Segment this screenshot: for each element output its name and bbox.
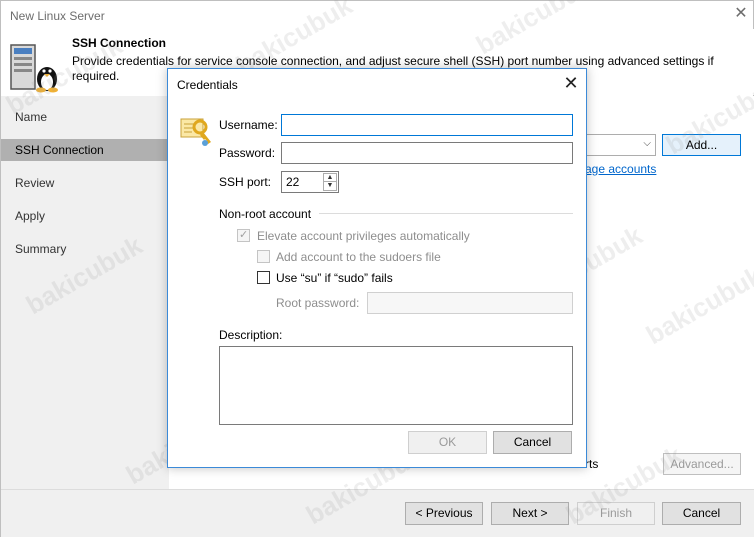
use-su-label: Use “su” if “sudo” fails xyxy=(276,271,393,285)
elevate-label: Elevate account privileges automatically xyxy=(257,229,470,243)
window-close-button[interactable]: ✕ xyxy=(732,5,750,23)
ssh-port-value: 22 xyxy=(286,175,300,189)
stepper-buttons: ▲ ▼ xyxy=(323,173,337,191)
use-su-checkbox[interactable] xyxy=(257,271,270,284)
dialog-cancel-button[interactable]: Cancel xyxy=(493,431,572,454)
chevron-down-icon: ⌵ xyxy=(643,138,651,149)
sudoers-label: Add account to the sudoers file xyxy=(276,250,441,264)
ssh-port-label: SSH port: xyxy=(219,175,272,189)
manage-accounts-link[interactable]: age accounts xyxy=(585,162,656,176)
password-label: Password: xyxy=(219,146,276,160)
username-label: Username: xyxy=(219,118,278,132)
non-root-group-label: Non-root account xyxy=(219,207,312,221)
step-review[interactable]: Review xyxy=(1,172,169,194)
step-name[interactable]: Name xyxy=(1,106,169,128)
advanced-button[interactable]: Advanced... xyxy=(663,453,741,475)
dialog-title: Credentials xyxy=(177,78,238,92)
page-title: SSH Connection xyxy=(72,36,167,50)
credentials-key-icon xyxy=(180,118,211,146)
cancel-button[interactable]: Cancel xyxy=(662,502,741,525)
group-divider xyxy=(319,213,573,214)
description-textarea[interactable] xyxy=(219,346,573,425)
finish-button[interactable]: Finish xyxy=(577,502,655,525)
ssh-port-stepper[interactable]: 22 ▲ ▼ xyxy=(281,171,339,193)
next-button[interactable]: Next > xyxy=(491,502,569,525)
previous-button[interactable]: < Previous xyxy=(405,502,483,525)
linux-server-icon xyxy=(10,44,58,93)
dialog-close-button[interactable]: ✕ xyxy=(560,72,582,94)
stepper-up-icon[interactable]: ▲ xyxy=(324,174,336,182)
root-password-label: Root password: xyxy=(276,296,360,310)
description-label: Description: xyxy=(219,328,283,342)
sudoers-checkbox[interactable] xyxy=(257,250,270,263)
password-input[interactable] xyxy=(281,142,573,164)
step-summary[interactable]: Summary xyxy=(1,238,169,260)
step-ssh-connection[interactable]: SSH Connection xyxy=(1,139,169,161)
step-apply[interactable]: Apply xyxy=(1,205,169,227)
root-password-input[interactable] xyxy=(367,292,573,314)
credentials-dropdown[interactable]: ⌵ xyxy=(586,134,656,156)
window-title: New Linux Server xyxy=(10,9,105,23)
ok-button[interactable]: OK xyxy=(408,431,487,454)
checkmark-icon: ✓ xyxy=(239,229,249,241)
ports-text: rts xyxy=(585,457,599,471)
elevate-checkbox[interactable]: ✓ xyxy=(237,229,250,242)
username-input[interactable] xyxy=(281,114,573,136)
stepper-down-icon[interactable]: ▼ xyxy=(324,182,336,190)
add-credentials-button[interactable]: Add... xyxy=(662,134,741,156)
credentials-dialog: Credentials ✕ Username: Password: SSH po… xyxy=(167,68,587,468)
